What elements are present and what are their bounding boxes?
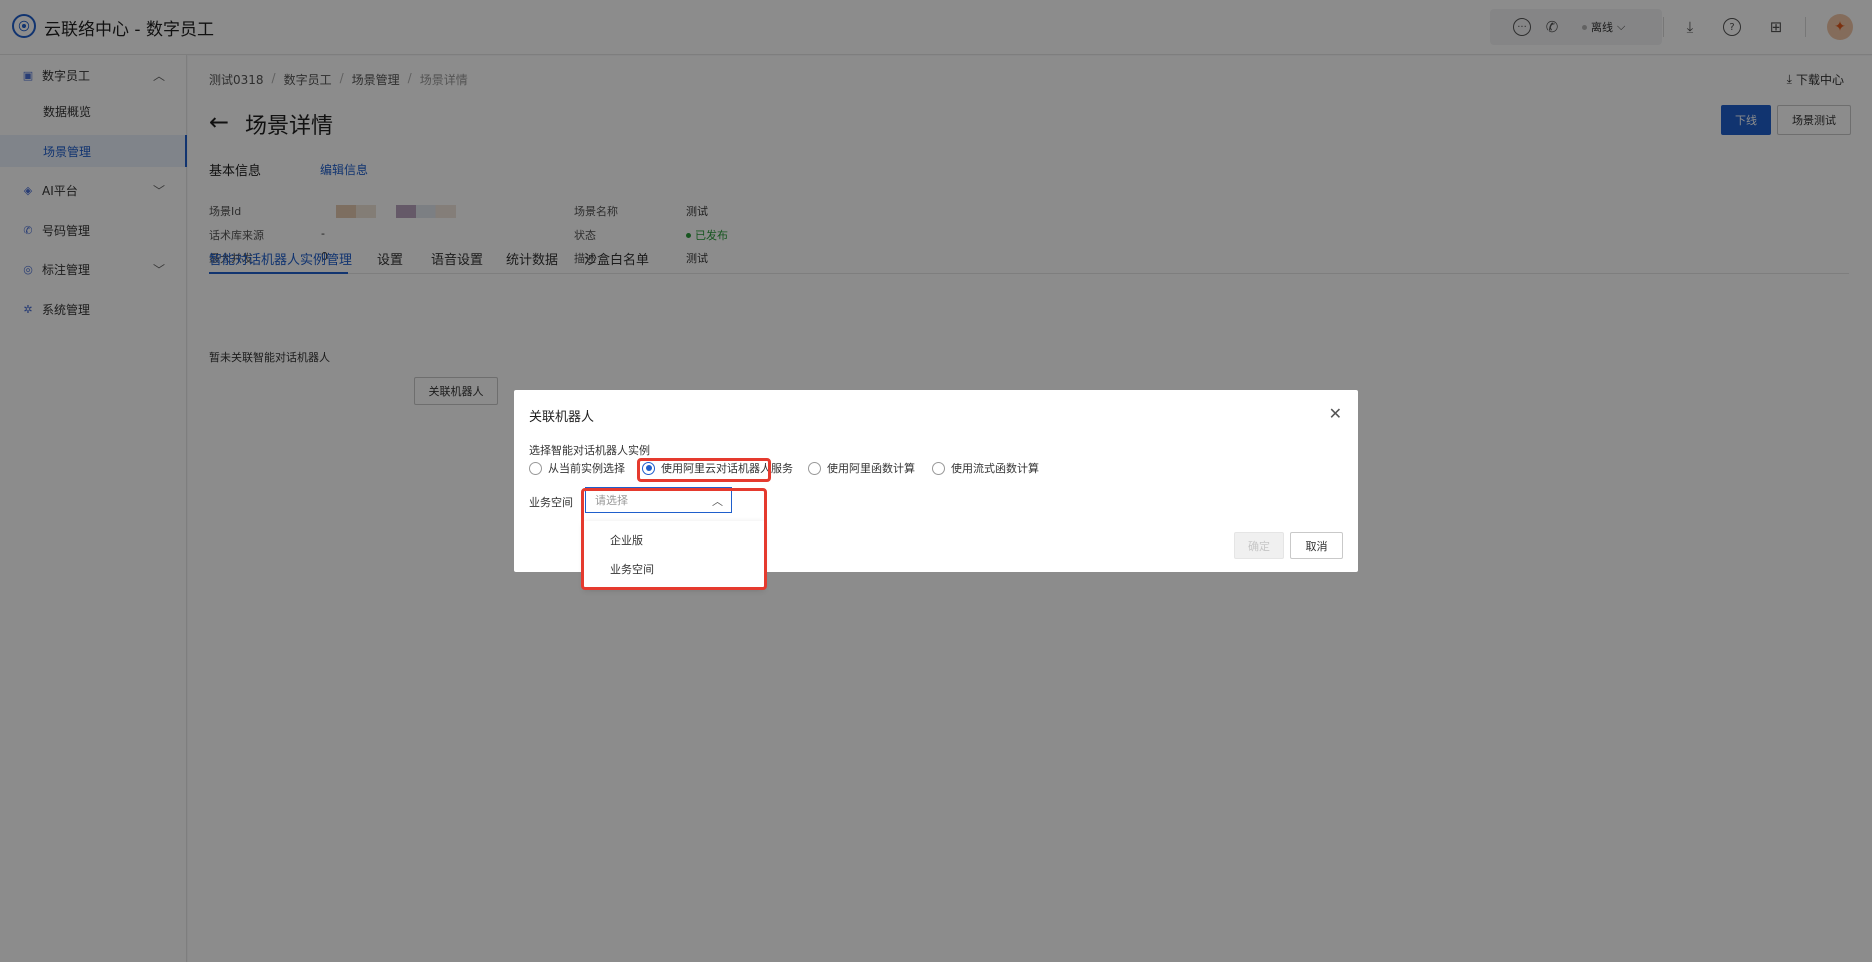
radio-circle [808,461,821,475]
close-icon[interactable]: ✕ [1329,404,1342,423]
highlight-box [637,458,771,482]
business-space-label: 业务空间 [529,496,573,509]
radio-streaming-function-compute[interactable]: 使用流式函数计算 [932,458,1039,478]
radio-aliyun-function-compute[interactable]: 使用阿里函数计算 [808,458,915,478]
radio-circle [932,461,945,475]
radio-current-instance[interactable]: 从当前实例选择 [529,458,625,478]
instance-field-label: 选择智能对话机器人实例 [529,444,650,457]
cancel-button[interactable]: 取消 [1290,532,1343,559]
dialog-title: 关联机器人 [529,410,595,425]
highlight-box [581,488,767,590]
radio-label: 使用流式函数计算 [951,462,1039,475]
radio-label: 使用阿里函数计算 [827,462,915,475]
radio-label: 从当前实例选择 [548,462,625,475]
radio-circle [529,461,542,475]
confirm-button[interactable]: 确定 [1234,532,1284,559]
